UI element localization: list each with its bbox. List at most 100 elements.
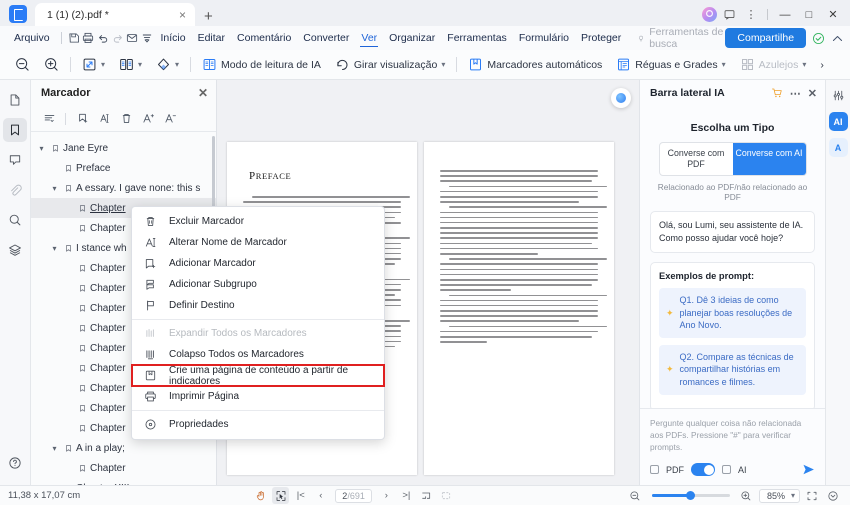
ai-panel-icon[interactable]: AI [828, 112, 848, 131]
chevron-down-icon[interactable]: ▾ [175, 60, 179, 69]
menu-file[interactable]: Arquivo [8, 26, 56, 50]
chevron-down-icon[interactable]: ▾ [791, 491, 795, 500]
search-icon[interactable] [3, 208, 27, 232]
context-menu-item[interactable]: Adicionar Subgrupo [132, 274, 384, 295]
print-icon[interactable] [81, 28, 96, 48]
close-window-button[interactable]: ✕ [822, 6, 844, 23]
ai-assistant-floating-icon[interactable] [611, 88, 631, 108]
rotate-view-button[interactable]: Girar visualização ▾ [328, 50, 452, 80]
attachments-icon[interactable] [3, 178, 27, 202]
chevron-down-icon[interactable]: ▾ [722, 60, 726, 69]
pdf-page-2[interactable] [424, 142, 614, 475]
prompt-suggestion-1[interactable]: ✦ Q1. Dê 3 ideias de como planejar boas … [659, 288, 806, 338]
context-menu-item[interactable]: Propriedades [132, 414, 384, 435]
send-icon[interactable] [802, 463, 815, 476]
close-icon[interactable]: ✕ [808, 87, 817, 100]
rename-bookmark-icon[interactable] [94, 109, 114, 129]
collapse-ribbon-icon[interactable] [831, 32, 844, 45]
hand-tool-icon[interactable] [252, 487, 269, 504]
undo-icon[interactable] [96, 28, 111, 48]
rulers-grids-button[interactable]: Réguas e Grades ▾ [609, 50, 732, 80]
menu-item-ferramentas[interactable]: Ferramentas [441, 26, 513, 50]
first-page-button[interactable]: |< [292, 487, 309, 504]
prompt-suggestion-2[interactable]: ✦ Q2. Compare as técnicas de compartilha… [659, 344, 806, 395]
context-menu-item[interactable]: Excluir Marcador [132, 211, 384, 232]
chevron-down-icon[interactable]: ▾ [48, 244, 61, 253]
page-number-input[interactable]: 2/691 [335, 488, 372, 503]
bookmark-tree-item[interactable]: ▾ A in a play; [31, 438, 216, 458]
auto-bookmarks-button[interactable]: Marcadores automáticos [461, 50, 609, 80]
menu-item-editar[interactable]: Editar [192, 26, 231, 50]
delete-bookmark-icon[interactable] [116, 109, 136, 129]
page-layout-button[interactable]: ▾ [112, 50, 149, 80]
close-icon[interactable]: ✕ [198, 86, 208, 100]
zoom-level-select[interactable]: 85% ▾ [758, 488, 800, 503]
add-bookmark-icon[interactable] [72, 109, 92, 129]
context-menu-item[interactable]: Colapso Todos os Marcadores [132, 344, 384, 365]
chevron-down-icon[interactable]: ▾ [35, 144, 48, 153]
decrease-font-icon[interactable] [160, 109, 180, 129]
document-tab[interactable]: 1 (1) (2).pdf * × [35, 3, 195, 26]
fullscreen-button[interactable] [804, 487, 821, 504]
bookmark-panel-icon[interactable] [3, 118, 27, 142]
toolbar-overflow-button[interactable]: › [813, 50, 831, 80]
layers-icon[interactable] [3, 238, 27, 262]
settings-sliders-icon[interactable] [829, 86, 848, 105]
ai-read-mode-button[interactable]: Modo de leitura de IA [195, 50, 328, 80]
zoom-out-button[interactable] [627, 487, 644, 504]
close-icon[interactable]: × [176, 9, 189, 21]
translate-panel-icon[interactable]: A [828, 138, 848, 157]
chevron-down-icon[interactable]: ▾ [101, 60, 105, 69]
context-menu-item[interactable]: Alterar Nome de Marcador [132, 232, 384, 253]
pages-icon[interactable] [3, 88, 27, 112]
chevron-down-icon[interactable]: ▾ [48, 184, 61, 193]
chevron-down-icon[interactable]: ▾ [48, 444, 61, 453]
last-page-button[interactable]: >| [398, 487, 415, 504]
comments-icon[interactable] [3, 148, 27, 172]
mail-icon[interactable] [125, 28, 140, 48]
more-icon[interactable]: ⋯ [790, 87, 801, 100]
zoom-slider-knob[interactable] [685, 491, 695, 500]
search-tools[interactable]: Ferramentas de busca [637, 26, 725, 50]
share-button[interactable]: Compartilhe [725, 28, 807, 48]
menu-item-comentario[interactable]: Comentário [231, 26, 297, 50]
maximize-button[interactable]: □ [798, 6, 820, 23]
help-icon[interactable] [3, 451, 27, 475]
zoom-out-button[interactable] [8, 50, 37, 80]
feedback-icon[interactable] [719, 6, 739, 23]
save-icon[interactable] [66, 28, 81, 48]
zoom-in-button[interactable] [37, 50, 66, 80]
sync-check-icon[interactable] [812, 32, 825, 45]
menu-item-ver[interactable]: Ver [355, 26, 383, 50]
context-menu-item[interactable]: Crie uma página de conteúdo a partir de … [131, 364, 385, 387]
zoom-slider[interactable] [651, 491, 730, 500]
minimize-button[interactable]: — [774, 6, 796, 23]
menu-item-formulario[interactable]: Formulário [513, 26, 575, 50]
bookmark-context-menu[interactable]: Excluir Marcador Alterar Nome de Marcador… [131, 206, 385, 440]
menu-item-proteger[interactable]: Proteger [575, 26, 627, 50]
cart-icon[interactable] [771, 87, 783, 99]
more-tools-icon[interactable] [140, 28, 155, 48]
menu-item-converter[interactable]: Converter [297, 26, 355, 50]
menu-item-organizar[interactable]: Organizar [383, 26, 441, 50]
new-tab-button[interactable]: + [195, 9, 222, 26]
bookmark-tree-item[interactable]: Chapter [31, 458, 216, 478]
fit-page-button[interactable]: ▾ [75, 50, 112, 80]
prev-page-button[interactable]: ‹ [312, 487, 329, 504]
chevron-down-icon[interactable]: ▾ [138, 60, 142, 69]
segment-chat-with-pdf[interactable]: Converse com PDF [660, 143, 733, 175]
context-menu-item[interactable]: Definir Destino [132, 295, 384, 316]
bookmark-tree-item[interactable]: Preface [31, 158, 216, 178]
more-view-options-icon[interactable] [825, 487, 842, 504]
chat-type-segmented-control[interactable]: Converse com PDF Converse com AI [658, 142, 807, 176]
continuous-view-icon[interactable] [438, 487, 455, 504]
chevron-down-icon[interactable]: ▾ [441, 60, 445, 69]
options-icon[interactable] [39, 109, 59, 129]
zoom-in-button[interactable] [738, 487, 755, 504]
avatar[interactable] [702, 7, 717, 22]
next-page-button[interactable]: › [378, 487, 395, 504]
select-tool-icon[interactable] [272, 487, 290, 504]
bookmark-tree-item[interactable]: ▾ Jane Eyre [31, 138, 216, 158]
bookmark-tree-item[interactable]: ▾ A essary. I gave none: this s [31, 178, 216, 198]
more-menu-icon[interactable]: ⋮ [741, 6, 761, 23]
